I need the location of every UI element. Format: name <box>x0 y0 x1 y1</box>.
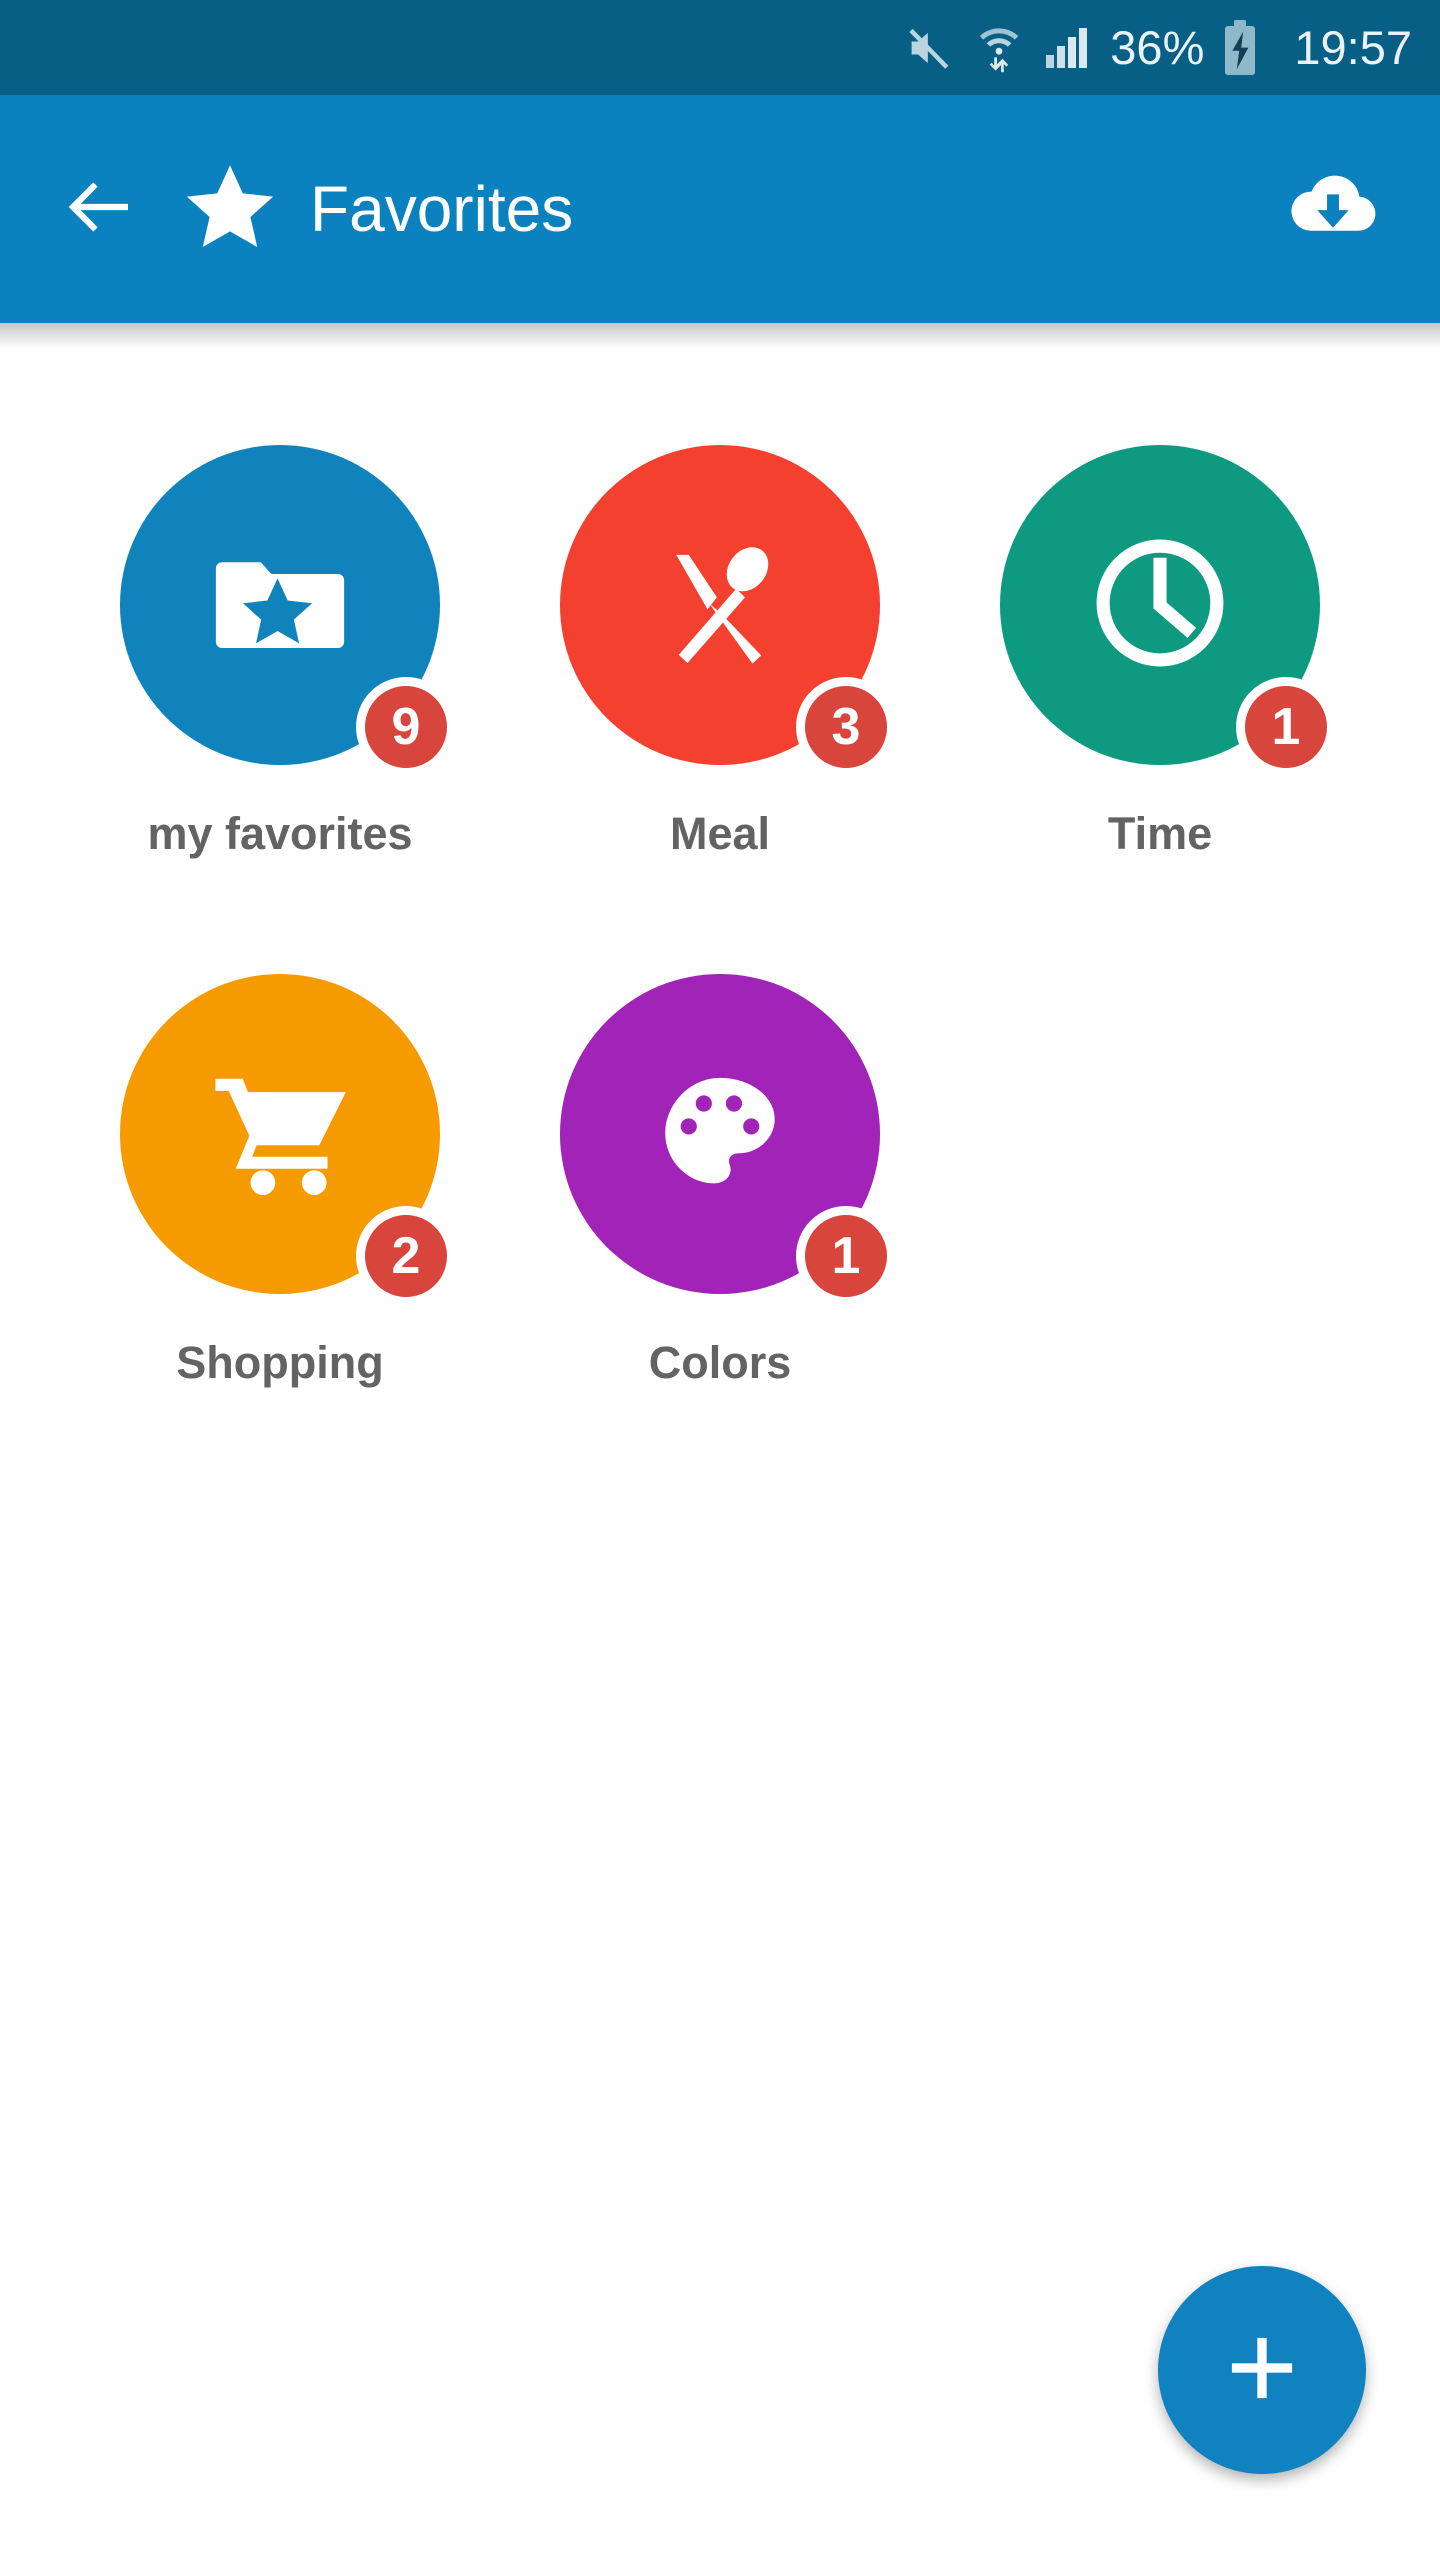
badge-count: 1 <box>1236 677 1336 777</box>
shopping-cart-icon <box>204 1056 356 1213</box>
cloud-download-button[interactable] <box>1274 150 1392 268</box>
cellular-signal-icon <box>1042 24 1090 72</box>
title-star-badge <box>182 159 278 260</box>
plus-icon <box>1219 2325 1305 2416</box>
app-bar: Favorites <box>0 95 1440 323</box>
grid-item-label: Colors <box>648 1337 792 1388</box>
content-area: 9 my favorites 3 Meal 1 Time 2 Shopping … <box>0 349 1440 2560</box>
cloud-download-icon <box>1287 161 1379 258</box>
battery-charging-icon <box>1222 19 1258 76</box>
grid-item-colors[interactable]: 1 Colors <box>500 946 940 1475</box>
volume-mute-icon <box>904 22 956 74</box>
tile-icon-wrap: 9 <box>120 445 456 777</box>
grid-item-time[interactable]: 1 Time <box>940 417 1380 946</box>
grid-item-my-favorites[interactable]: 9 my favorites <box>60 417 500 946</box>
badge-count: 1 <box>796 1206 896 1306</box>
app-bar-shadow <box>0 323 1440 349</box>
badge-count: 2 <box>356 1206 456 1306</box>
folder-star-icon <box>206 529 354 682</box>
clock-icon <box>1085 528 1235 683</box>
status-bar: 36% 19:57 <box>0 0 1440 95</box>
grid-item-shopping[interactable]: 2 Shopping <box>60 946 500 1475</box>
add-favorite-fab[interactable] <box>1158 2266 1366 2474</box>
grid-item-label: Shopping <box>176 1337 384 1388</box>
grid-item-label: my favorites <box>147 808 413 859</box>
star-icon <box>182 159 278 260</box>
grid-item-label: Time <box>1107 808 1213 859</box>
battery-percent-label: 36% <box>1110 21 1205 74</box>
page-title: Favorites <box>310 173 574 245</box>
grid-item-meal[interactable]: 3 Meal <box>500 417 940 946</box>
fork-spoon-icon <box>645 528 795 683</box>
tile-icon-wrap: 1 <box>1000 445 1336 777</box>
status-bar-clock: 19:57 <box>1294 21 1412 74</box>
arrow-left-icon <box>58 167 138 252</box>
favorites-grid: 9 my favorites 3 Meal 1 Time 2 Shopping … <box>60 417 1380 1475</box>
palette-icon <box>653 1065 787 1204</box>
status-bar-icons: 36% 19:57 <box>904 19 1412 76</box>
wifi-transfer-icon <box>974 22 1024 74</box>
back-button[interactable] <box>46 157 150 261</box>
badge-count: 9 <box>356 677 456 777</box>
tile-icon-wrap: 2 <box>120 974 456 1306</box>
tile-icon-wrap: 1 <box>560 974 896 1306</box>
tile-icon-wrap: 3 <box>560 445 896 777</box>
badge-count: 3 <box>796 677 896 777</box>
grid-item-label: Meal <box>669 808 771 859</box>
